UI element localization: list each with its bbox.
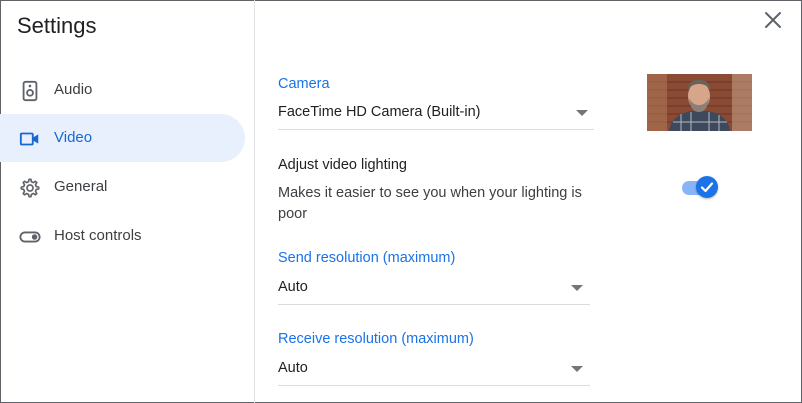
speaker-icon [22,80,38,102]
sidebar-item-video[interactable]: Video [0,114,245,162]
camera-select-value: FaceTime HD Camera (Built-in) [278,104,481,120]
camera-preview [647,74,752,131]
sidebar-item-label: Video [54,129,93,146]
lighting-description: Makes it easier to see you when your lig… [278,185,582,222]
lighting-toggle[interactable] [682,176,720,198]
receive-resolution-value: Auto [278,360,308,376]
chevron-down-icon [571,285,583,291]
dialog-title: Settings [17,13,97,38]
close-icon[interactable] [763,10,783,30]
chevron-down-icon [576,110,588,116]
checkmark-icon [700,182,714,193]
lighting-title: Adjust video lighting [278,157,407,173]
videocam-icon [19,132,39,146]
sidebar-item-general[interactable]: General [0,163,245,211]
settings-sidebar: Settings Audio Video General Host contro… [0,0,255,403]
toggle-knob [696,176,718,198]
sidebar-item-audio[interactable]: Audio [0,66,245,114]
receive-resolution-select[interactable]: Auto [278,360,590,386]
chevron-down-icon [571,366,583,372]
sidebar-item-label: General [54,178,108,195]
camera-label: Camera [278,76,330,92]
send-resolution-select[interactable]: Auto [278,279,590,305]
gear-icon [20,178,40,198]
sidebar-item-host-controls[interactable]: Host controls [0,212,245,260]
sidebar-item-label: Host controls [54,227,142,244]
toggle-icon [19,231,41,243]
send-resolution-label: Send resolution (maximum) [278,250,456,266]
sidebar-item-label: Audio [54,81,93,98]
receive-resolution-label: Receive resolution (maximum) [278,331,474,347]
camera-select[interactable]: FaceTime HD Camera (Built-in) [278,104,594,130]
send-resolution-value: Auto [278,279,308,295]
